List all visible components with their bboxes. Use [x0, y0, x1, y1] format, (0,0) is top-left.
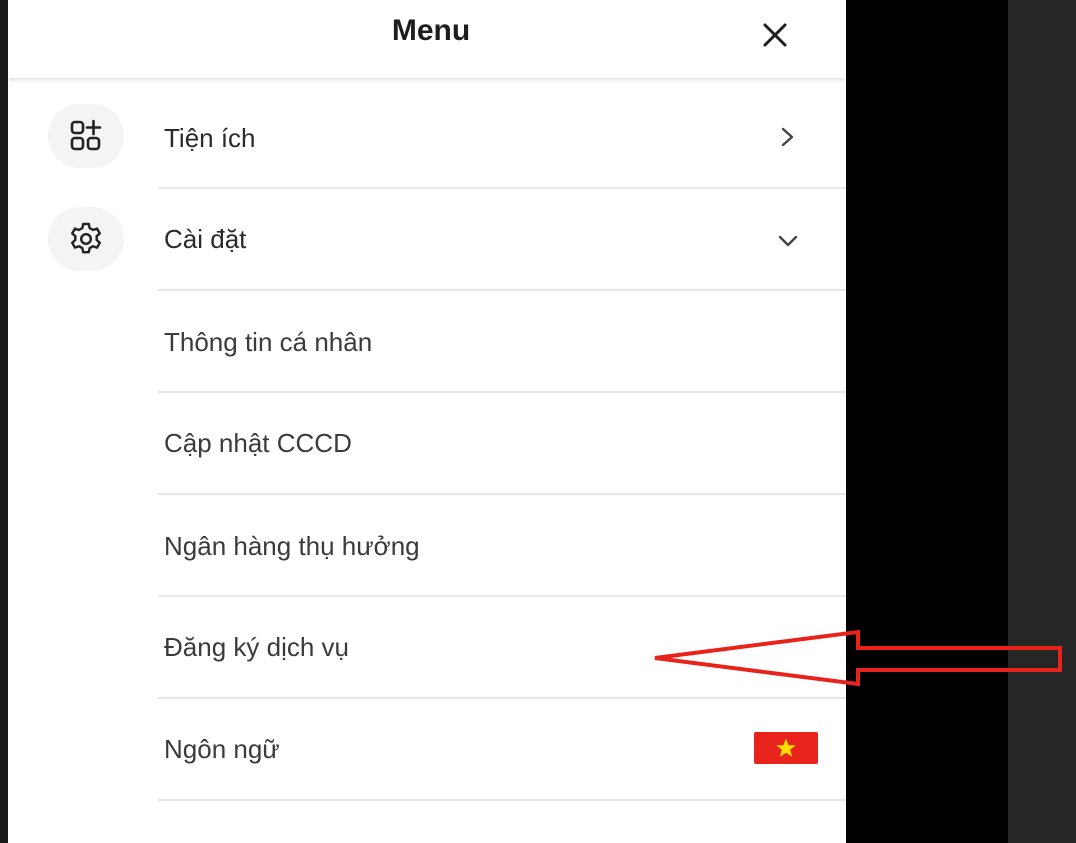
chevron-down-icon — [778, 235, 798, 247]
settings-item-label: Thông tin cá nhân — [164, 327, 373, 357]
overlay-dark-region — [846, 0, 1008, 843]
apps-add-icon-bubble — [48, 104, 124, 168]
chevron-right-icon — [781, 127, 794, 147]
menu-item-label: Cài đặt — [164, 224, 247, 254]
app-screen: Menu Tiện ích Cài đặt Thông tin cá nhân … — [0, 0, 1076, 843]
settings-item-ngon-ngu[interactable]: Ngôn ngữ — [8, 699, 846, 800]
left-edge-bar — [0, 0, 8, 843]
settings-item-label: Đăng ký dịch vụ — [164, 632, 349, 662]
vietnam-flag-icon — [754, 732, 818, 764]
settings-item-label: Ngôn ngữ — [164, 734, 280, 764]
menu-title: Menu — [391, 14, 471, 47]
menu-item-cai-dat[interactable]: Cài đặt — [8, 189, 846, 290]
menu-drawer: Menu Tiện ích Cài đặt Thông tin cá nhân … — [8, 0, 846, 843]
star-icon — [776, 738, 796, 757]
gear-icon-bubble — [48, 207, 124, 271]
overlay-edge-region — [1008, 0, 1076, 843]
apps-add-icon — [70, 119, 102, 151]
settings-item-label: Cập nhật CCCD — [164, 428, 352, 458]
menu-item-tien-ich[interactable]: Tiện ích — [8, 86, 846, 187]
gear-icon — [71, 222, 101, 254]
close-button[interactable] — [756, 16, 794, 54]
settings-item-dang-ky-dich-vu[interactable]: Đăng ký dịch vụ — [8, 597, 846, 698]
settings-item-cap-nhat-cccd[interactable]: Cập nhật CCCD — [8, 393, 846, 494]
menu-header: Menu — [8, 0, 846, 78]
close-icon — [763, 23, 787, 47]
settings-item-label: Ngân hàng thụ hưởng — [164, 531, 420, 561]
divider — [158, 799, 846, 801]
settings-item-thong-tin-ca-nhan[interactable]: Thông tin cá nhân — [8, 291, 846, 392]
settings-item-ngan-hang-thu-huong[interactable]: Ngân hàng thụ hưởng — [8, 495, 846, 596]
menu-item-label: Tiện ích — [164, 123, 256, 153]
